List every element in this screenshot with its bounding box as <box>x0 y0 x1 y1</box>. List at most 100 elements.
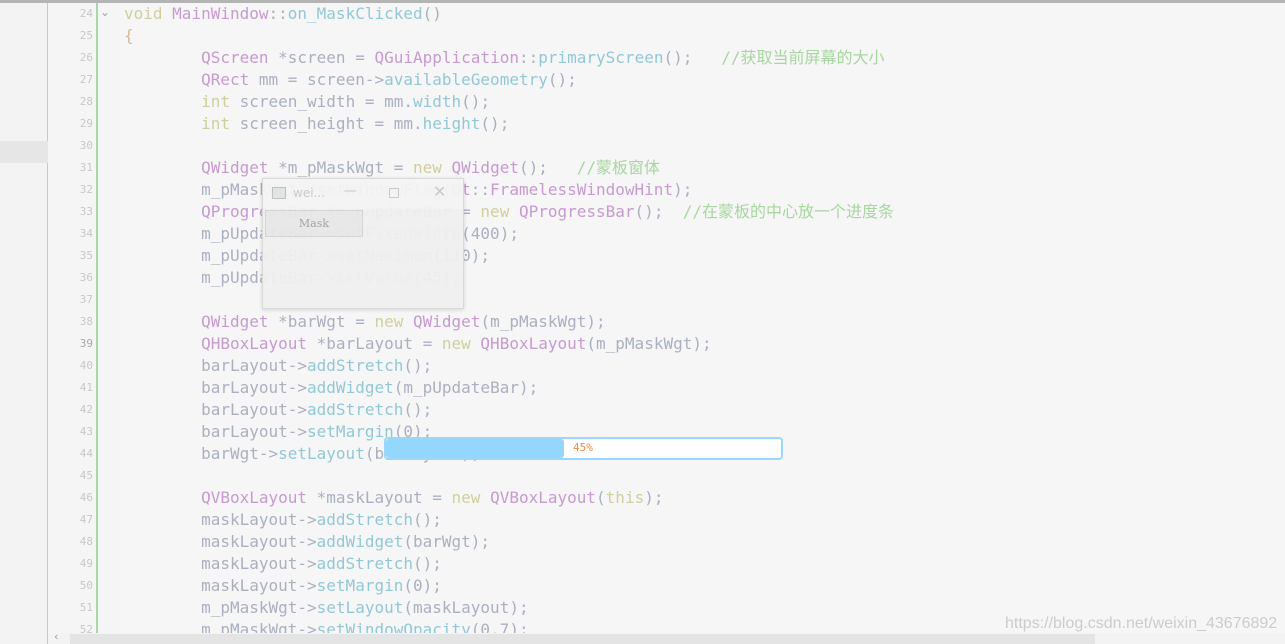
code-token: new <box>480 202 519 221</box>
code-line[interactable]: void MainWindow::on_MaskClicked() <box>124 3 442 25</box>
code-token: (400); <box>461 224 519 243</box>
code-token: QWidget <box>201 312 269 331</box>
line-number: 47 <box>79 513 93 526</box>
code-token: //获取当前屏幕的大小 <box>721 48 885 67</box>
side-panel <box>0 3 48 644</box>
code-token: QScreen <box>201 48 269 67</box>
code-token: addStretch <box>307 356 404 375</box>
code-token: { <box>124 26 134 45</box>
code-token: maskLayout-> <box>201 510 317 529</box>
line-number: 32 <box>79 183 93 196</box>
code-line[interactable]: barLayout->addStretch(); <box>124 399 432 421</box>
code-token: :: <box>268 4 288 23</box>
scroll-left-icon[interactable]: ‹ <box>54 630 58 643</box>
code-token: height <box>422 114 481 133</box>
code-token: new <box>413 158 452 177</box>
watermark: https://blog.csdn.net/weixin_43676892 <box>1005 615 1278 632</box>
progress-fill <box>386 439 564 458</box>
code-token: mm = screen-> <box>249 70 385 89</box>
code-token: (); <box>480 114 510 133</box>
progress-label: 45% <box>573 441 593 454</box>
line-number: 28 <box>79 95 93 108</box>
code-token: new <box>374 312 413 331</box>
side-panel-selected-row[interactable] <box>0 141 48 163</box>
code-line[interactable]: QRect mm = screen->availableGeometry(); <box>124 69 577 91</box>
code-token: :: <box>518 48 539 67</box>
chevron-down-icon[interactable]: ⌄ <box>100 5 110 19</box>
line-number: 46 <box>79 491 93 504</box>
code-line[interactable]: QWidget *barWgt = new QWidget(m_pMaskWgt… <box>124 311 606 333</box>
code-line[interactable]: barLayout->addStretch(); <box>124 355 432 377</box>
code-line[interactable]: QScreen *screen = QGuiApplication::prima… <box>124 47 885 69</box>
code-line[interactable]: barLayout->addWidget(m_pUpdateBar); <box>124 377 538 399</box>
code-line[interactable]: maskLayout->addWidget(barWgt); <box>124 531 490 553</box>
code-token: QHBoxLayout <box>201 334 308 353</box>
horizontal-scrollbar-thumb[interactable] <box>70 634 1095 644</box>
code-token: maskLayout-> <box>201 576 317 595</box>
minimize-icon[interactable]: — <box>343 183 357 199</box>
code-token: ); <box>644 488 664 507</box>
code-line[interactable]: int screen_height = mm.height(); <box>124 113 509 135</box>
code-token: int <box>201 114 230 133</box>
code-token: QVBoxLayout <box>490 488 597 507</box>
code-token: //蒙板窗体 <box>576 158 661 177</box>
code-token: (maskLayout); <box>403 598 529 617</box>
line-number: 51 <box>79 601 93 614</box>
line-number: 45 <box>79 469 93 482</box>
maximize-icon[interactable] <box>389 188 399 198</box>
code-line[interactable]: QHBoxLayout *barLayout = new QHBoxLayout… <box>124 333 712 355</box>
line-number: 42 <box>79 403 93 416</box>
code-line[interactable]: QProgressBar *m_pUpdateBar = new QProgre… <box>124 201 894 223</box>
code-token: on_MaskClicked <box>287 4 423 23</box>
window-titlebar[interactable]: wei... — ✕ <box>263 179 463 209</box>
code-token: addStretch <box>307 400 404 419</box>
code-token: (); <box>461 92 491 111</box>
code-token: new <box>451 488 491 507</box>
code-token: screen_width = mm. <box>229 92 413 111</box>
code-token: barLayout-> <box>201 422 308 441</box>
line-number: 27 <box>79 73 93 86</box>
code-line[interactable]: maskLayout->addStretch(); <box>124 509 442 531</box>
line-number: 49 <box>79 557 93 570</box>
code-token: barLayout-> <box>201 378 308 397</box>
code-line[interactable]: { <box>124 25 134 47</box>
progress-bar: 45% <box>384 437 783 460</box>
code-line[interactable]: QVBoxLayout *maskLayout = new QVBoxLayou… <box>124 487 663 509</box>
code-token: int <box>201 92 230 111</box>
code-line[interactable]: m_pMaskWgt->setLayout(maskLayout); <box>124 597 529 619</box>
code-line[interactable]: int screen_width = mm.width(); <box>124 91 490 113</box>
code-token: this <box>605 488 645 507</box>
line-number: 24 <box>79 7 93 20</box>
code-token: :: <box>470 180 491 199</box>
code-line[interactable]: maskLayout->addStretch(); <box>124 553 442 575</box>
code-token: QGuiApplication <box>374 48 519 67</box>
code-line[interactable]: maskLayout->setMargin(0); <box>124 575 442 597</box>
code-token: addWidget <box>307 378 394 397</box>
code-token: QRect <box>201 70 250 89</box>
close-icon[interactable]: ✕ <box>433 182 446 201</box>
app-icon <box>272 187 286 199</box>
code-line[interactable]: QWidget *m_pMaskWgt = new QWidget(); //蒙… <box>124 157 660 179</box>
code-token: setLayout <box>278 444 365 463</box>
window-title: wei... <box>293 186 325 200</box>
line-number: 43 <box>79 425 93 438</box>
code-token: QProgressBar <box>518 202 635 221</box>
line-number: 30 <box>79 139 93 152</box>
line-number: 41 <box>79 381 93 394</box>
code-token: width <box>413 92 462 111</box>
mask-button[interactable]: Mask <box>265 210 363 237</box>
code-token: (0); <box>403 576 442 595</box>
code-token: (); <box>412 510 442 529</box>
